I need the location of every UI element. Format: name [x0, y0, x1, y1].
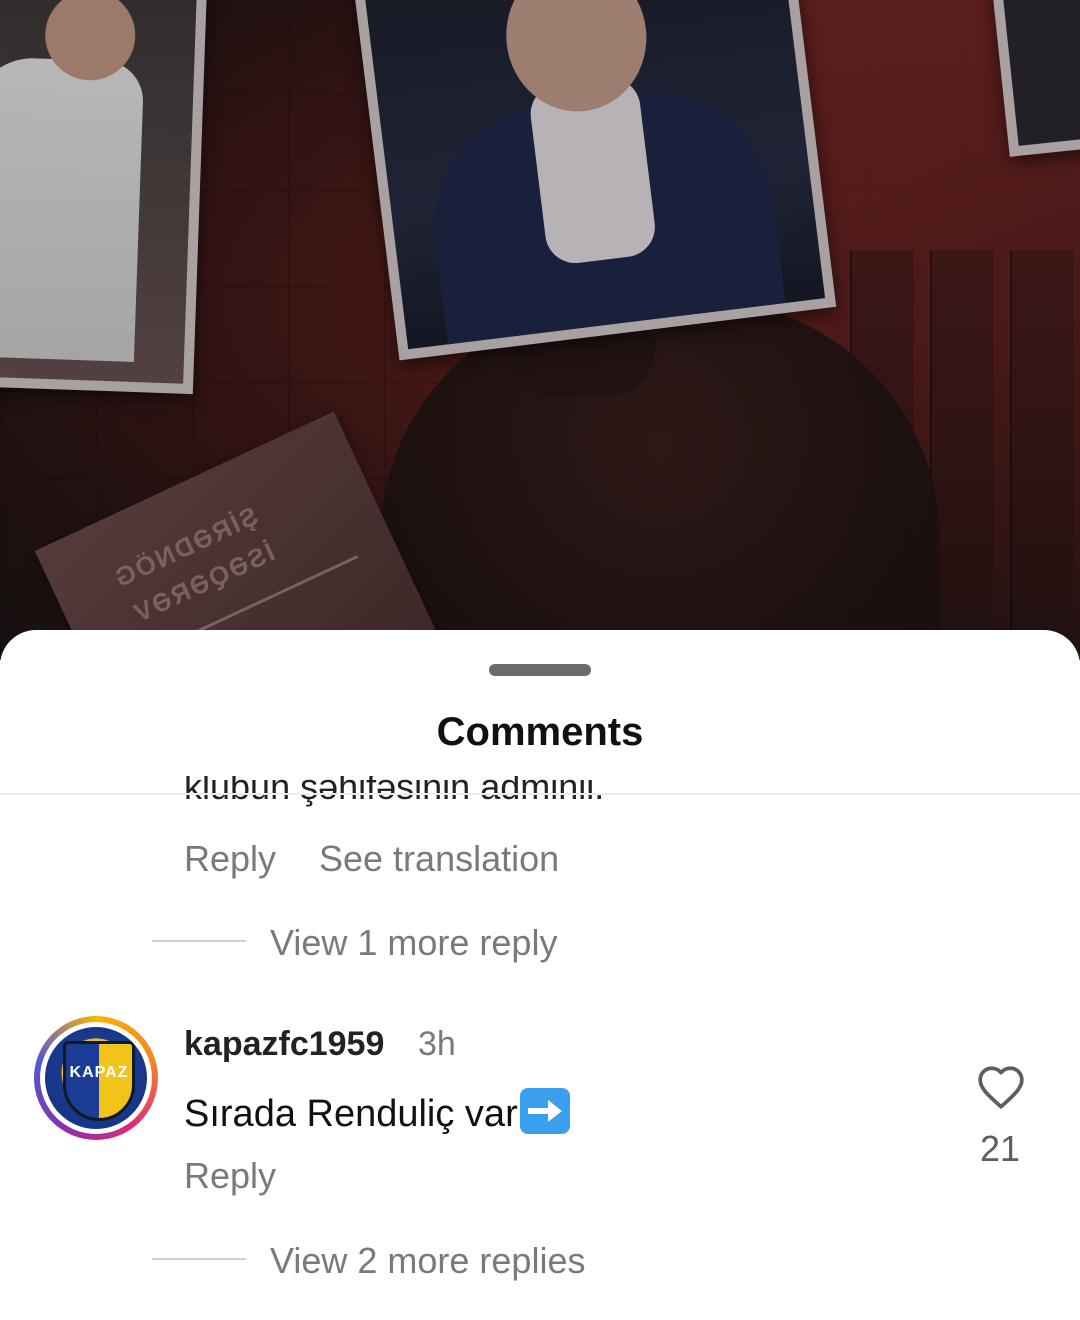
- view-more-replies-button-2[interactable]: View 2 more replies: [270, 1240, 585, 1282]
- comment-username[interactable]: kapazfc1959: [184, 1025, 384, 1064]
- reply-button[interactable]: Reply: [184, 838, 276, 880]
- club-logo: KAPAZ: [63, 1041, 135, 1121]
- comment-reply-button[interactable]: Reply: [184, 1155, 276, 1197]
- dim-overlay: [0, 0, 1080, 660]
- comments-sheet: Comments klubun şəhifəsinin adminii. Rep…: [0, 630, 1080, 1320]
- post-image: ŞİRƏDNÖG İSƏQƏRƏV: [0, 0, 1080, 660]
- heart-outline-icon[interactable]: [976, 1064, 1026, 1110]
- comment-text: Sırada Renduliç var: [184, 1088, 570, 1136]
- sheet-title: Comments: [436, 710, 644, 754]
- comment-timestamp: 3h: [418, 1025, 456, 1063]
- replies-line: [152, 1258, 246, 1260]
- avatar[interactable]: KAPAZ: [34, 1016, 158, 1140]
- view-more-replies-button[interactable]: View 1 more reply: [270, 922, 557, 964]
- header-divider: [0, 793, 1080, 795]
- drag-handle[interactable]: [489, 664, 591, 676]
- right-arrow-icon: [519, 1088, 570, 1134]
- comment-body: Sırada Renduliç var: [184, 1093, 518, 1135]
- like-count: 21: [979, 1128, 1021, 1169]
- replies-line: [152, 940, 246, 942]
- see-translation-button[interactable]: See translation: [319, 838, 559, 880]
